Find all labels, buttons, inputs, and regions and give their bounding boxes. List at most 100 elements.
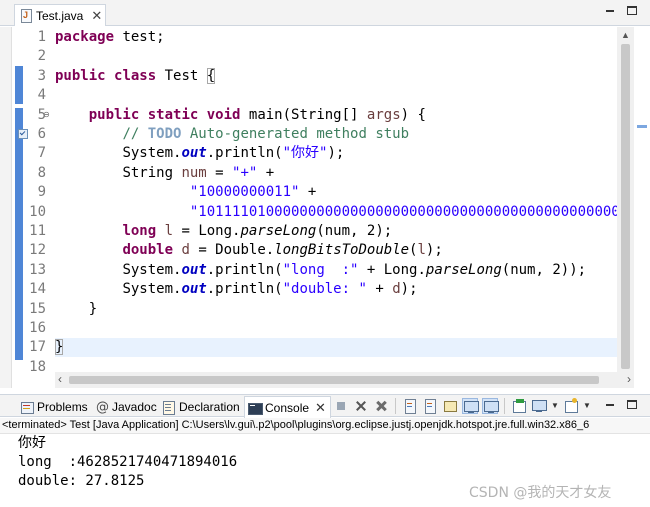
code-text: System.: [122, 281, 182, 298]
todo-tag: TODO: [147, 126, 182, 142]
console-process-header: <terminated> Test [Java Application] C:\…: [0, 418, 650, 434]
line-number: 7: [37, 145, 46, 162]
horizontal-scroll-thumb[interactable]: [69, 376, 599, 384]
local-variable: d: [392, 281, 401, 298]
tab-problems-label: Problems: [37, 400, 88, 414]
line-number: 5: [37, 106, 46, 123]
chevron-down-icon[interactable]: ▼: [583, 401, 591, 410]
keyword: long: [122, 223, 157, 239]
scroll-lock-icon[interactable]: [422, 398, 438, 414]
code-text: +: [366, 281, 393, 298]
close-icon[interactable]: ✕: [315, 400, 326, 416]
static-field: out: [181, 261, 207, 278]
remove-all-terminated-icon[interactable]: [373, 398, 389, 414]
code-text: (num, 2));: [501, 261, 587, 278]
code-line-15[interactable]: }: [55, 300, 97, 319]
tab-console[interactable]: Console ✕: [244, 396, 331, 418]
close-icon[interactable]: ✕: [91, 8, 102, 24]
matching-bracket: }: [55, 339, 64, 356]
pin-console-icon[interactable]: [511, 398, 527, 414]
code-text: System.: [122, 261, 182, 278]
code-line-13[interactable]: System.out.println("long :" + Long.parse…: [55, 261, 586, 280]
tab-console-label: Console: [265, 400, 310, 415]
line-number: 13: [29, 261, 46, 278]
code-line-8[interactable]: String num = "+" +: [55, 164, 274, 183]
declaration-icon: [162, 400, 176, 415]
tab-javadoc-label: Javadoc: [112, 400, 157, 414]
show-on-stdout-icon[interactable]: [462, 397, 479, 414]
code-line-6[interactable]: // TODO Auto-generated method stub: [55, 125, 409, 144]
code-line-10[interactable]: "101111010000000000000000000000000000000…: [55, 203, 617, 222]
clear-console-icon[interactable]: [402, 398, 418, 414]
maximize-icon[interactable]: [626, 5, 638, 17]
line-number: 2: [37, 48, 46, 65]
tab-declaration[interactable]: Declaration: [162, 397, 240, 417]
tab-problems[interactable]: Problems: [20, 397, 88, 417]
string-literal: "10000000011": [189, 184, 300, 201]
parameter: args: [366, 106, 401, 123]
javadoc-at-icon: @: [96, 399, 109, 415]
scroll-right-icon[interactable]: ›: [627, 372, 631, 386]
code-line-17[interactable]: }: [55, 338, 64, 357]
editor-horizontal-scrollbar[interactable]: ‹ ›: [55, 372, 634, 388]
code-text: String: [122, 164, 182, 181]
editor-tab-test-java[interactable]: Test.java ✕: [14, 4, 106, 26]
remove-launch-icon[interactable]: [353, 398, 369, 414]
editor-tab-bar: Test.java ✕: [0, 0, 650, 26]
current-line-highlight: [55, 338, 617, 358]
code-line-11[interactable]: long l = Long.parseLong(num, 2);: [55, 222, 392, 241]
line-number: 12: [29, 242, 46, 259]
code-line-14[interactable]: System.out.println("double: " + d);: [55, 280, 418, 299]
scroll-up-icon[interactable]: ▲: [621, 30, 630, 40]
task-overview-mark[interactable]: [637, 125, 647, 128]
code-text: test;: [114, 29, 165, 45]
code-text: main(String[]: [240, 106, 367, 123]
maximize-icon[interactable]: [626, 399, 638, 411]
code-text: ) {: [400, 106, 426, 123]
string-literal: "101111010000000000000000000000000000000…: [189, 203, 617, 220]
line-number: 14: [29, 281, 46, 298]
show-on-stderr-icon[interactable]: [482, 397, 499, 414]
code-editor[interactable]: package test; public class Test { public…: [55, 27, 617, 372]
console-output-line: double: 27.8125: [18, 473, 145, 489]
minimize-icon[interactable]: [604, 399, 616, 411]
code-line-5[interactable]: public static void main(String[] args) {: [55, 106, 426, 125]
line-number: 3: [37, 67, 46, 84]
keyword: double: [122, 242, 174, 259]
task-marker-icon[interactable]: [17, 127, 28, 139]
code-line-3[interactable]: public class Test {: [55, 67, 216, 86]
java-file-icon: [20, 9, 32, 23]
string-literal: "double: ": [282, 281, 367, 298]
local-variable: num: [181, 164, 207, 181]
line-number: 15: [29, 300, 46, 317]
code-line-12[interactable]: double d = Double.longBitsToDouble(l);: [55, 241, 442, 260]
code-text: );: [327, 145, 345, 162]
console-output[interactable]: 你好 long :4628521740471894016 double: 27.…: [18, 434, 237, 491]
vertical-scroll-thumb[interactable]: [621, 44, 630, 369]
minimize-icon[interactable]: [604, 5, 616, 17]
open-console-icon[interactable]: [563, 397, 579, 414]
display-selected-console-icon[interactable]: [531, 398, 547, 414]
tab-javadoc[interactable]: @ Javadoc: [96, 397, 157, 417]
change-marker: [15, 66, 23, 104]
chevron-down-icon[interactable]: ▼: [551, 401, 559, 410]
line-number: 6: [37, 126, 46, 142]
overview-ruler[interactable]: [634, 27, 650, 388]
code-text: );: [400, 281, 418, 298]
comment: Auto-generated method stub: [181, 126, 410, 142]
code-text: .println(: [206, 145, 283, 162]
code-line-1[interactable]: package test;: [55, 28, 165, 47]
editor-vertical-scrollbar[interactable]: ▲: [617, 27, 634, 372]
scroll-left-icon[interactable]: ‹: [58, 372, 62, 386]
code-line-7[interactable]: System.out.println("你好");: [55, 144, 344, 163]
console-icon: [248, 401, 263, 415]
matching-bracket: {: [206, 67, 216, 84]
line-number: 11: [29, 223, 46, 239]
line-number: 9: [37, 184, 46, 201]
terminate-icon[interactable]: [333, 398, 349, 414]
code-line-9[interactable]: "10000000011" +: [55, 183, 316, 202]
word-wrap-icon[interactable]: [442, 398, 458, 414]
